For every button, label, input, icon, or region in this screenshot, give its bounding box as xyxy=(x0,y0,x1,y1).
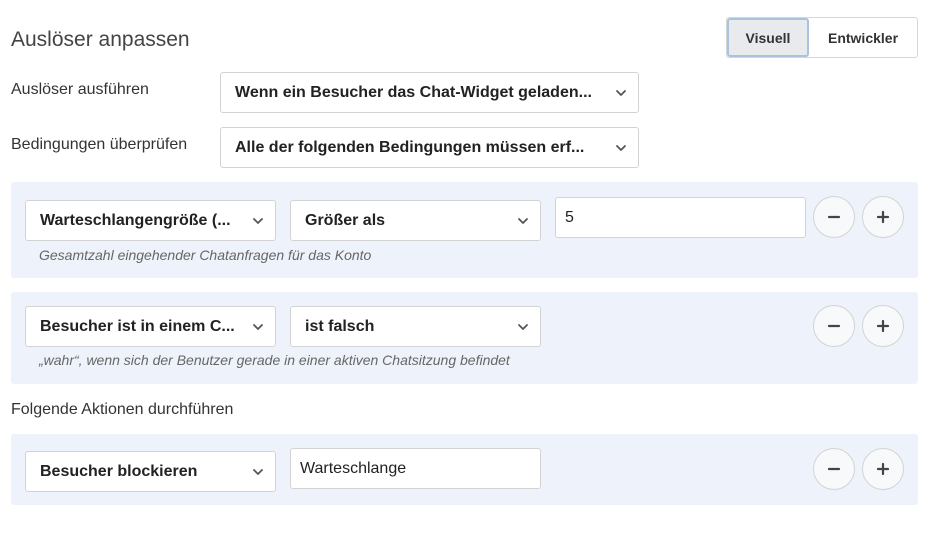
add-condition-button[interactable] xyxy=(862,196,904,238)
developer-mode-button[interactable]: Entwickler xyxy=(809,18,917,57)
minus-icon xyxy=(827,324,841,328)
run-trigger-label: Auslöser ausführen xyxy=(11,81,149,98)
run-trigger-value: Wenn ein Besucher das Chat-Widget gelade… xyxy=(235,83,592,101)
remove-action-button[interactable] xyxy=(813,448,855,490)
chevron-down-icon xyxy=(518,217,528,224)
actions-label: Folgende Aktionen durchführen xyxy=(11,401,234,418)
page-title: Auslöser anpassen xyxy=(11,28,190,51)
condition-panel: Besucher ist in einem C... ist falsch „w… xyxy=(11,292,918,384)
check-conditions-select[interactable]: Alle der folgenden Bedingungen müssen er… xyxy=(220,127,639,168)
chevron-down-icon xyxy=(616,144,626,151)
condition-field-value: Besucher ist in einem C... xyxy=(40,317,235,335)
minus-icon xyxy=(827,215,841,219)
check-conditions-label: Bedingungen überprüfen xyxy=(11,136,188,153)
condition-hint: „wahr“, wenn sich der Benutzer gerade in… xyxy=(39,352,510,368)
chevron-down-icon xyxy=(616,89,626,96)
action-panel: Besucher blockieren xyxy=(11,434,918,505)
chevron-down-icon xyxy=(253,468,263,475)
condition-hint: Gesamtzahl eingehender Chatanfragen für … xyxy=(39,247,372,263)
action-value: Besucher blockieren xyxy=(40,462,198,480)
condition-field-value: Warteschlangengröße (... xyxy=(40,211,231,229)
plus-icon xyxy=(876,462,890,476)
visual-mode-button[interactable]: Visuell xyxy=(727,18,809,57)
chevron-down-icon xyxy=(518,323,528,330)
action-select[interactable]: Besucher blockieren xyxy=(25,451,276,492)
remove-condition-button[interactable] xyxy=(813,196,855,238)
condition-field-select[interactable]: Besucher ist in einem C... xyxy=(25,306,276,347)
run-trigger-select[interactable]: Wenn ein Besucher das Chat-Widget gelade… xyxy=(220,72,639,113)
action-value-input[interactable] xyxy=(290,448,541,489)
condition-value-input[interactable] xyxy=(555,197,806,238)
add-action-button[interactable] xyxy=(862,448,904,490)
condition-panel: Warteschlangengröße (... Größer als Gesa… xyxy=(11,182,918,278)
condition-operator-select[interactable]: ist falsch xyxy=(290,306,541,347)
mode-toggle: Visuell Entwickler xyxy=(726,17,918,58)
condition-operator-value: ist falsch xyxy=(305,317,375,335)
plus-icon xyxy=(876,319,890,333)
chevron-down-icon xyxy=(253,323,263,330)
minus-icon xyxy=(827,467,841,471)
condition-operator-value: Größer als xyxy=(305,211,386,229)
condition-operator-select[interactable]: Größer als xyxy=(290,200,541,241)
check-conditions-value: Alle der folgenden Bedingungen müssen er… xyxy=(235,138,585,156)
plus-icon xyxy=(876,210,890,224)
condition-field-select[interactable]: Warteschlangengröße (... xyxy=(25,200,276,241)
remove-condition-button[interactable] xyxy=(813,305,855,347)
add-condition-button[interactable] xyxy=(862,305,904,347)
chevron-down-icon xyxy=(253,217,263,224)
